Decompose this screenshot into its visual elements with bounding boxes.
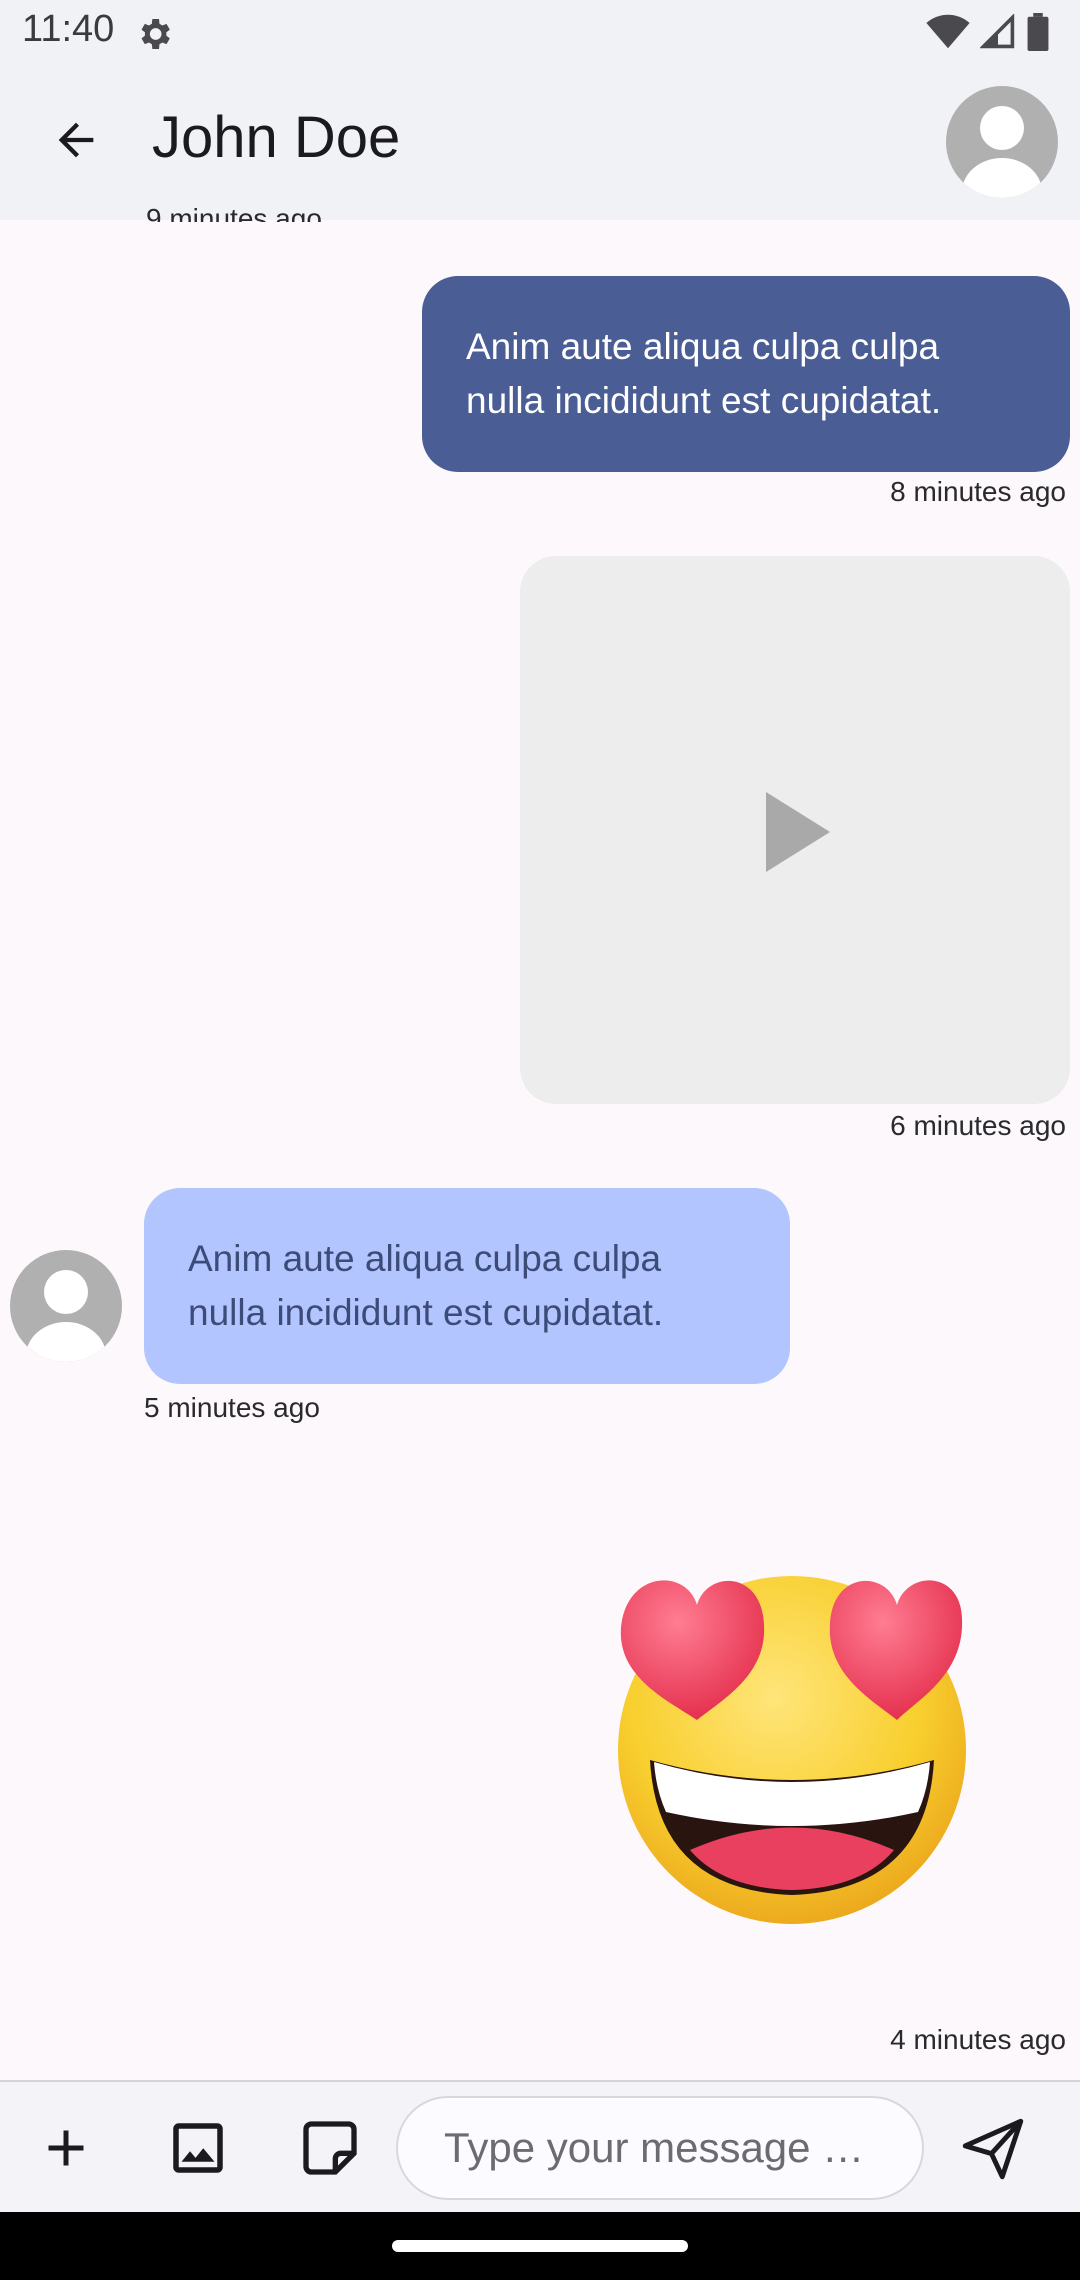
heart-eyes-emoji[interactable] — [612, 1550, 972, 1930]
add-attachment-button[interactable] — [24, 2106, 108, 2190]
message-timestamp: 8 minutes ago — [890, 476, 1066, 507]
sticker-button[interactable] — [288, 2106, 372, 2190]
video-message[interactable] — [520, 556, 1070, 1104]
contact-avatar[interactable] — [946, 86, 1058, 198]
message-timestamp: 6 minutes ago — [890, 1110, 1066, 1141]
image-icon — [173, 2123, 223, 2173]
sender-avatar[interactable] — [10, 1250, 122, 1362]
play-icon[interactable] — [766, 792, 830, 872]
message-timestamp: 9 minutes ago — [146, 203, 322, 222]
person-avatar-icon — [962, 106, 1042, 198]
message-text: Anim aute aliqua culpa culpa nulla incid… — [466, 326, 942, 421]
message-composer — [0, 2080, 1080, 2212]
signal-icon — [979, 12, 1016, 55]
message-text: Anim aute aliqua culpa culpa nulla incid… — [188, 1238, 664, 1333]
back-button[interactable] — [44, 108, 108, 172]
home-handle[interactable] — [392, 2240, 688, 2252]
message-timestamp: 4 minutes ago — [890, 2024, 1066, 2055]
arrow-back-icon — [58, 122, 94, 158]
person-avatar-icon — [26, 1270, 106, 1362]
settings-icon — [134, 14, 174, 54]
send-icon — [962, 2118, 1024, 2180]
sticker-icon — [303, 2121, 357, 2175]
status-icons — [926, 12, 1050, 56]
send-button[interactable] — [948, 2104, 1038, 2194]
add-icon — [48, 2130, 84, 2166]
incoming-message-bubble[interactable]: Anim aute aliqua culpa culpa nulla incid… — [144, 1188, 790, 1384]
image-button[interactable] — [156, 2106, 240, 2190]
message-input[interactable] — [396, 2096, 924, 2200]
outgoing-message-bubble[interactable]: Anim aute aliqua culpa culpa nulla incid… — [422, 276, 1070, 472]
battery-icon — [1026, 12, 1050, 56]
message-timestamp: 5 minutes ago — [144, 1392, 320, 1423]
chat-title: John Doe — [152, 105, 401, 170]
wifi-icon — [926, 14, 970, 55]
status-time: 11:40 — [22, 8, 115, 50]
